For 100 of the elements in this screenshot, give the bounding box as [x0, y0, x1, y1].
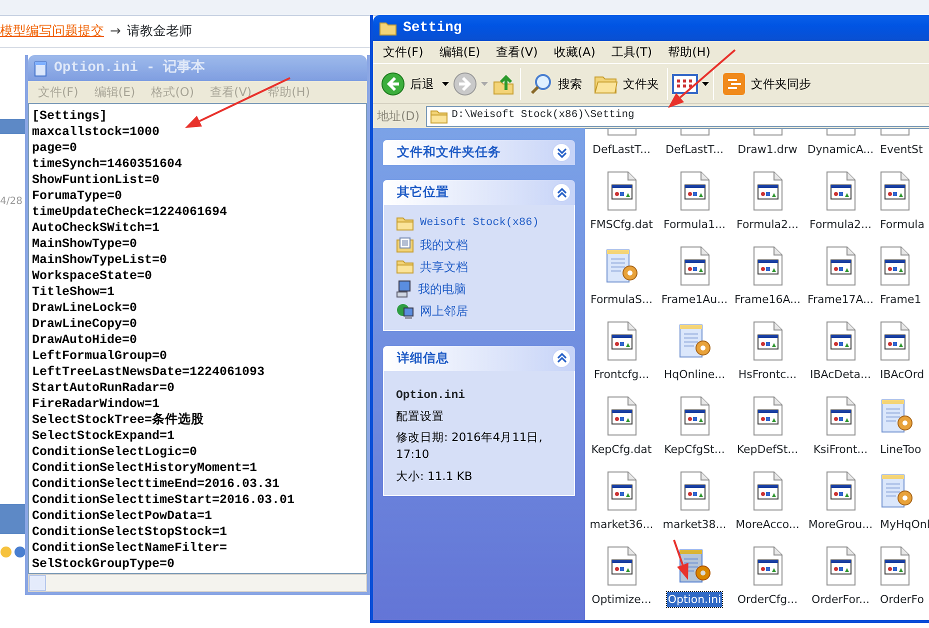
file-icon[interactable] — [824, 171, 856, 211]
file-label[interactable]: MoreGrou... — [807, 517, 874, 532]
file-icon[interactable] — [824, 471, 856, 511]
file-label[interactable]: KepCfg.dat — [590, 442, 653, 457]
file-icon[interactable] — [678, 396, 710, 436]
text-line: timeUpdateCheck=1224061694 — [32, 204, 228, 220]
text-line: ConditionSelecttimeEnd=2016.03.31 — [32, 476, 280, 492]
collapse-button[interactable] — [552, 348, 571, 368]
panel-header[interactable]: 其它位置 — [383, 180, 575, 205]
file-size: 大小: 11.1 KB — [396, 468, 474, 484]
file-icon[interactable] — [824, 321, 856, 361]
arrow-text: → — [110, 22, 121, 41]
place-link[interactable]: 我的文档 — [396, 236, 566, 254]
documents-icon — [396, 236, 414, 252]
file-icon[interactable] — [752, 246, 784, 286]
file-icon[interactable] — [606, 321, 638, 361]
back-button[interactable]: 后退 — [377, 70, 438, 98]
file-label[interactable]: Frame1 — [879, 292, 922, 307]
post-date: 4/28 — [0, 195, 24, 209]
file-label[interactable]: Optimize... — [590, 592, 652, 607]
text-line: [Settings] — [32, 108, 108, 124]
file-label[interactable]: OrderFo — [879, 592, 925, 607]
file-icon[interactable] — [678, 171, 710, 211]
file-label[interactable]: Formula1... — [662, 217, 726, 232]
file-label[interactable]: OrderFor... — [810, 592, 870, 607]
address-label: 地址(D) — [377, 108, 420, 125]
file-icon[interactable] — [824, 246, 856, 286]
place-link[interactable]: 网上邻居 — [396, 302, 566, 320]
panel-header[interactable]: 详细信息 — [383, 346, 575, 370]
file-icon[interactable] — [752, 396, 784, 436]
file-icon[interactable] — [752, 546, 784, 586]
file-icon[interactable] — [879, 171, 911, 211]
file-label[interactable]: IBAcOrd — [879, 367, 926, 382]
caret-icon[interactable] — [442, 82, 449, 86]
file-icon[interactable] — [606, 546, 638, 586]
file-label[interactable]: Frame1Au... — [660, 292, 729, 307]
file-label[interactable]: Frontcfg... — [592, 367, 650, 382]
menu-item[interactable]: 工具(T) — [603, 43, 660, 61]
menu-item[interactable]: 帮助(H) — [660, 43, 718, 61]
panel-title: 文件和文件夹任务 — [397, 143, 501, 162]
file-label[interactable]: Frame17A... — [806, 292, 875, 307]
file-label[interactable]: FMSCfg.dat — [589, 217, 654, 232]
file-icon[interactable] — [606, 171, 638, 211]
file-label[interactable]: DefLastT... — [664, 142, 724, 157]
file-label[interactable]: KsiFront... — [812, 442, 869, 457]
file-label[interactable]: Draw1.drw — [736, 142, 798, 157]
text-line: ConditionSelectHistoryMoment=1 — [32, 460, 258, 476]
menu-item[interactable]: 收藏(A) — [546, 43, 604, 61]
file-label[interactable]: KepCfgSt... — [663, 442, 726, 457]
file-label[interactable]: FormulaS... — [590, 292, 654, 307]
text-line: StartAutoRunRadar=0 — [32, 380, 175, 396]
file-label[interactable]: DefLastT... — [592, 142, 652, 157]
file-label[interactable]: MoreAcco... — [734, 517, 800, 532]
file-label[interactable]: HqOnline... — [662, 367, 726, 382]
file-label[interactable]: Formula — [879, 217, 926, 232]
file-label[interactable]: OrderCfg... — [736, 592, 799, 607]
file-icon[interactable] — [752, 471, 784, 511]
search-button[interactable]: 搜索 — [525, 70, 586, 98]
expand-button[interactable] — [552, 143, 571, 162]
file-label[interactable]: market38... — [662, 517, 728, 532]
file-icon[interactable] — [879, 546, 911, 586]
file-icon[interactable] — [678, 471, 710, 511]
file-label[interactable]: Frame16A... — [733, 292, 802, 307]
place-link[interactable]: 共享文档 — [396, 258, 566, 276]
panel-header[interactable]: 文件和文件夹任务 — [383, 140, 575, 165]
file-label[interactable]: HsFrontc... — [737, 367, 798, 382]
views-button[interactable] — [672, 74, 698, 94]
horizontal-scrollbar[interactable] — [28, 574, 367, 592]
file-icon[interactable] — [879, 246, 911, 286]
place-link[interactable]: Weisoft Stock(x86) — [396, 215, 566, 232]
address-field[interactable]: D:\Weisoft Stock(x86)\Setting — [426, 106, 929, 126]
file-icon[interactable] — [678, 246, 710, 286]
file-label[interactable]: MyHqOnl — [879, 517, 929, 532]
file-icon[interactable] — [752, 321, 784, 361]
file-icon[interactable] — [752, 171, 784, 211]
text-line: SelectStockExpand=1 — [32, 428, 175, 444]
file-icon[interactable] — [879, 321, 911, 361]
folder-sync-button[interactable]: 文件夹同步 — [718, 70, 815, 98]
globe-icon[interactable] — [14, 546, 25, 558]
file-label[interactable]: Formula2... — [736, 217, 800, 232]
menu-item[interactable]: 文件(F) — [375, 43, 432, 61]
file-label[interactable]: DynamicA... — [806, 142, 875, 157]
menu-item[interactable]: 编辑(E) — [431, 43, 488, 61]
network-icon — [396, 302, 414, 320]
file-label[interactable]: LineToo — [879, 442, 922, 457]
file-label[interactable]: Formula2... — [808, 217, 872, 232]
file-icon[interactable] — [606, 471, 638, 511]
file-icon[interactable] — [824, 546, 856, 586]
file-icon[interactable] — [824, 396, 856, 436]
place-link[interactable]: 我的电脑 — [396, 280, 566, 298]
file-label[interactable]: Option.ini — [666, 592, 722, 607]
file-label[interactable]: market36... — [588, 517, 654, 532]
menu-item[interactable]: 查看(V) — [488, 43, 546, 61]
caret-icon[interactable] — [702, 82, 709, 86]
file-label[interactable]: EventSt — [879, 142, 924, 157]
file-label[interactable]: IBAcDeta... — [809, 367, 872, 382]
folders-button[interactable]: 文件夹 — [590, 70, 663, 96]
collapse-button[interactable] — [552, 183, 571, 202]
file-icon[interactable] — [606, 396, 638, 436]
file-label[interactable]: KepDefSt... — [736, 442, 800, 457]
